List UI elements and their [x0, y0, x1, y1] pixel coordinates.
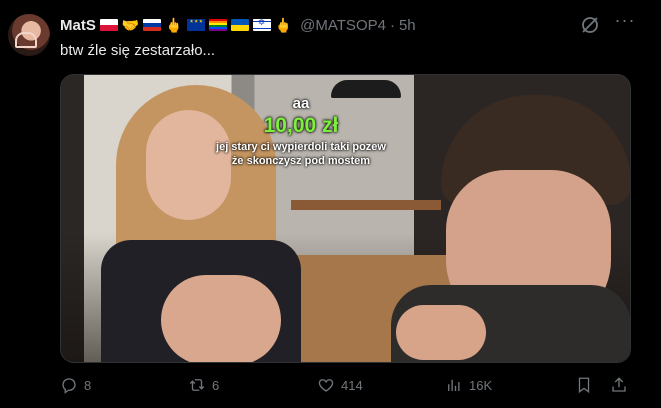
donation-amount: 10,00 zł	[263, 114, 339, 137]
flag-poland-icon	[99, 19, 118, 31]
reply-button[interactable]: 8	[60, 372, 91, 398]
like-count: 414	[341, 377, 363, 393]
author-name[interactable]: MatS	[60, 17, 96, 34]
flag-russia-icon	[143, 19, 162, 31]
views-icon	[448, 379, 460, 391]
tweet-text: btw źle się zestarzało...	[60, 42, 216, 59]
grok-icon[interactable]	[580, 15, 600, 35]
timestamp[interactable]: 5h	[399, 17, 416, 34]
donation-message: jej stary ci wypierdoli taki pozew że sk…	[216, 141, 386, 167]
flag-eu-icon	[186, 16, 205, 31]
heart-icon	[318, 379, 334, 392]
more-options-icon[interactable]: ···	[614, 11, 636, 34]
flag-ukraine-icon	[230, 19, 249, 31]
kitchen-table	[291, 200, 441, 210]
handshake-icon: 🤝	[121, 17, 140, 33]
action-bar: 8 6 414 16K	[60, 372, 635, 398]
repost-count: 6	[212, 377, 220, 393]
author-handle[interactable]: @MATSOP4	[300, 17, 386, 34]
rainbow-flag-icon	[208, 19, 227, 31]
views-count: 16K	[469, 377, 493, 393]
heart-hands-shape	[15, 32, 37, 48]
avatar[interactable]	[8, 14, 50, 56]
bookmark-button[interactable]	[575, 372, 593, 398]
separator-dot: ·	[389, 16, 395, 34]
middle-finger-icon: 🖕	[274, 17, 293, 33]
views-button[interactable]: 16K	[445, 372, 492, 398]
reply-icon	[62, 378, 76, 394]
reply-count: 8	[84, 377, 92, 393]
donor-name: aa	[292, 95, 310, 112]
flag-israel-icon	[252, 17, 271, 31]
bookmark-icon	[578, 377, 590, 394]
share-icon	[612, 377, 626, 392]
like-button[interactable]: 414	[317, 372, 363, 398]
repost-button[interactable]: 6	[188, 372, 219, 398]
hand-with-chopsticks	[396, 305, 486, 360]
share-button[interactable]	[610, 372, 628, 398]
middle-finger-icon: 🖕	[165, 17, 183, 33]
tweet-header: MatS 🤝 🖕 🖕 @MATSOP4 · 5h	[60, 15, 416, 35]
tweet-media[interactable]: aa 10,00 zł jej stary ci wypierdoli taki…	[60, 74, 631, 363]
tweet[interactable]: MatS 🤝 🖕 🖕 @MATSOP4 · 5h ··· btw źle się…	[0, 0, 661, 408]
repost-icon	[189, 379, 205, 391]
donation-overlay: aa 10,00 zł jej stary ci wypierdoli taki…	[211, 95, 391, 168]
girl-knee	[161, 275, 281, 362]
